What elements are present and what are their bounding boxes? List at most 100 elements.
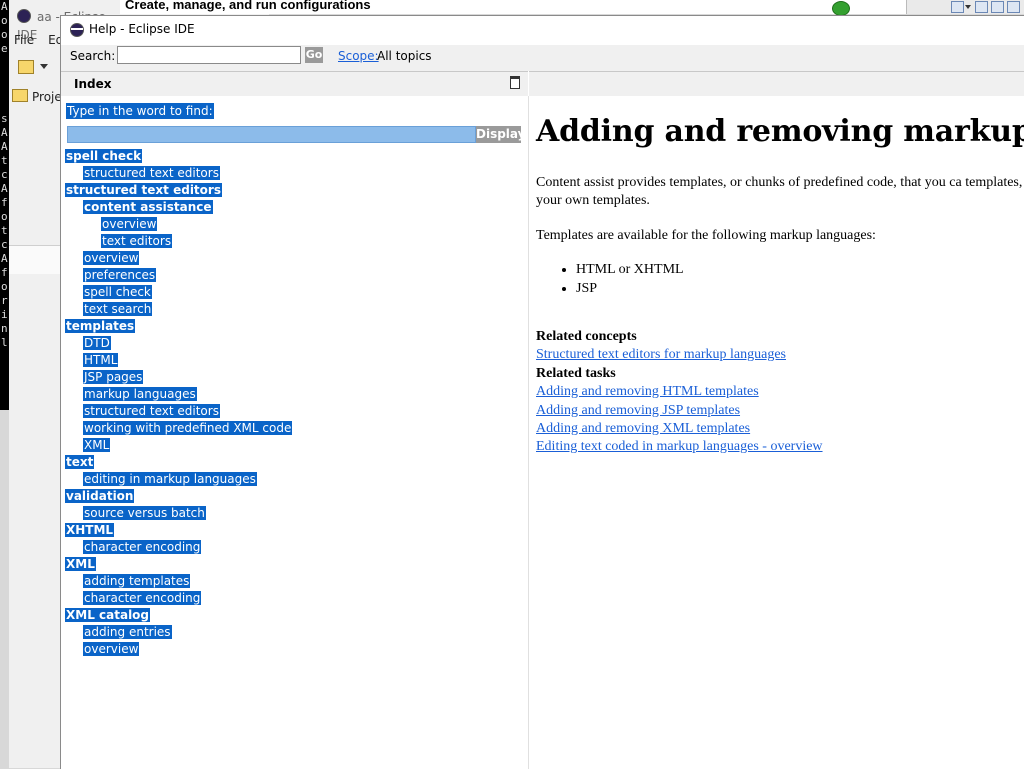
index-panel-header: Index [61, 71, 528, 97]
console-char: A [1, 182, 8, 195]
related-task-link[interactable]: Adding and removing JSP templates [536, 403, 740, 419]
list-item: HTML or XHTML [576, 260, 684, 279]
index-entry[interactable]: source versus batch [65, 505, 292, 522]
index-entry[interactable]: validation [65, 488, 292, 505]
find-label: Type in the word to find: [66, 103, 214, 119]
eclipse-toolbar [12, 58, 60, 76]
console-char: o [1, 210, 8, 223]
index-entry[interactable]: DTD [65, 335, 292, 352]
console-char: A [1, 252, 8, 265]
index-entry[interactable]: preferences [65, 267, 292, 284]
index-entry[interactable]: text [65, 454, 292, 471]
index-entry[interactable]: templates [65, 318, 292, 335]
index-entry[interactable]: structured text editors [65, 165, 292, 182]
related-task-link[interactable]: Adding and removing HTML templates [536, 384, 759, 400]
index-entry[interactable]: markup languages [65, 386, 292, 403]
search-input[interactable] [117, 46, 301, 64]
display-button[interactable]: Display [476, 126, 525, 143]
index-panel-title: Index [74, 77, 112, 91]
index-entry[interactable]: overview [65, 641, 292, 658]
console-char: t [1, 224, 8, 237]
image-icon[interactable] [991, 1, 1004, 13]
console-char: o [1, 280, 8, 293]
index-entry-label: XHTML [65, 523, 115, 537]
help-icon[interactable] [951, 1, 964, 13]
index-entry[interactable]: XML [65, 556, 292, 573]
console-char: f [1, 266, 8, 279]
index-entry[interactable]: adding entries [65, 624, 292, 641]
maximize-icon[interactable] [510, 76, 520, 89]
info-icon[interactable] [1007, 1, 1020, 13]
launch-config-title: Create, manage, and run configurations [125, 0, 371, 12]
related-concepts-heading: Related concepts [536, 329, 637, 344]
go-button[interactable]: Go [305, 47, 323, 63]
index-entry-label: JSP pages [83, 370, 144, 384]
export-icon[interactable] [975, 1, 988, 13]
help-window-title: Help - Eclipse IDE [89, 22, 195, 36]
list-item: JSP [576, 279, 684, 298]
console-char: c [1, 238, 8, 251]
related-task-link[interactable]: Editing text coded in markup languages -… [536, 439, 823, 455]
dropdown-arrow-icon[interactable] [40, 64, 48, 69]
help-titlebar: Help - Eclipse IDE [61, 16, 1024, 45]
index-entry-label: editing in markup languages [83, 472, 257, 486]
index-entry-label: text [65, 455, 95, 469]
index-entry[interactable]: character encoding [65, 539, 292, 556]
index-entry[interactable]: editing in markup languages [65, 471, 292, 488]
related-task-link[interactable]: Adding and removing XML templates [536, 421, 750, 437]
index-entry[interactable]: overview [65, 216, 292, 233]
index-entry-label: markup languages [83, 387, 197, 401]
run-icon[interactable] [832, 1, 850, 16]
index-entry[interactable]: spell check [65, 148, 292, 165]
index-entry-label: templates [65, 319, 136, 333]
index-entry[interactable]: character encoding [65, 590, 292, 607]
page-title: Adding and removing markup langu [536, 114, 1024, 149]
index-entry[interactable]: structured text editors [65, 403, 292, 420]
index-entry[interactable]: spell check [65, 284, 292, 301]
panel-divider [9, 245, 60, 274]
index-entry[interactable]: XML [65, 437, 292, 454]
index-entry-label: text search [83, 302, 153, 316]
console-char: i [1, 308, 8, 321]
index-entry-label: spell check [65, 149, 143, 163]
scope-link[interactable]: Scope: [338, 49, 379, 63]
index-entry-label: source versus batch [83, 506, 206, 520]
project-explorer-tab[interactable]: Proje [12, 86, 62, 108]
index-entry[interactable]: HTML [65, 352, 292, 369]
index-entry-label: structured text editors [83, 404, 220, 418]
console-char: t [1, 154, 8, 167]
index-entry[interactable]: XML catalog [65, 607, 292, 624]
menu-file[interactable]: File [14, 33, 34, 47]
index-entry[interactable]: JSP pages [65, 369, 292, 386]
intro-paragraph: Content assist provides templates, or ch… [536, 175, 1024, 208]
console-char: c [1, 168, 8, 181]
index-entry[interactable]: structured text editors [65, 182, 292, 199]
index-panel: Type in the word to find: Display spell … [61, 96, 529, 769]
console-char: A [1, 140, 8, 153]
dropdown-arrow-icon[interactable] [965, 5, 971, 9]
index-entry-label: validation [65, 489, 135, 503]
index-entry-label: overview [101, 217, 158, 231]
help-search-bar: Search: Go Scope: All topics [61, 45, 1024, 71]
find-word-input[interactable] [67, 126, 476, 143]
related-concept-link[interactable]: Structured text editors for markup langu… [536, 347, 786, 363]
console-char [0, 98, 9, 112]
console-char: o [1, 14, 8, 27]
console-char: s [1, 112, 8, 125]
languages-list: HTML or XHTML JSP [536, 260, 684, 298]
folder-icon [12, 89, 28, 102]
console-char: A [1, 0, 8, 13]
index-entry[interactable]: text editors [65, 233, 292, 250]
index-entry[interactable]: XHTML [65, 522, 292, 539]
new-icon[interactable] [18, 60, 34, 74]
index-entry[interactable]: overview [65, 250, 292, 267]
index-entry-label: spell check [83, 285, 152, 299]
console-strip: Aooe sAAtcAfotcAforinl [0, 0, 9, 410]
index-entry[interactable]: working with predefined XML code [65, 420, 293, 437]
console-char: o [1, 28, 8, 41]
index-entry[interactable]: adding templates [65, 573, 292, 590]
index-entry[interactable]: content assistance [65, 199, 292, 216]
index-tree: spell check structured text editors struct… [65, 148, 293, 658]
index-entry-label: overview [83, 251, 140, 265]
index-entry[interactable]: text search [65, 301, 292, 318]
